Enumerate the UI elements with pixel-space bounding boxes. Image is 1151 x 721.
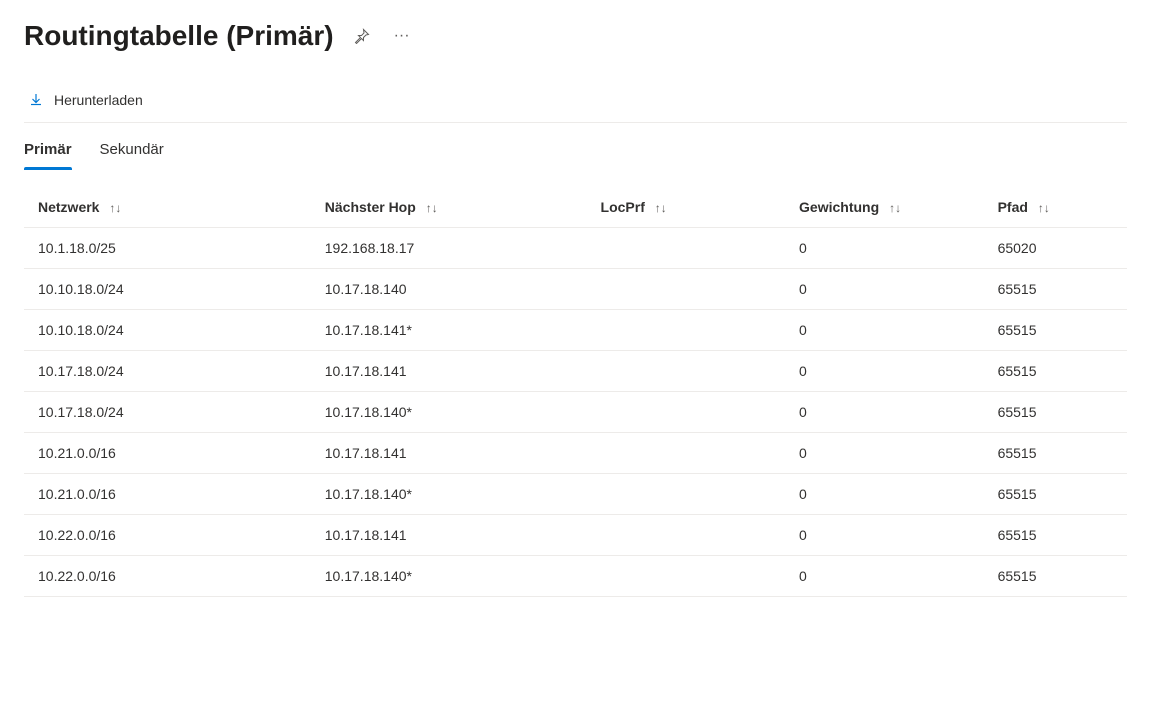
col-header-network[interactable]: Netzwerk ↑↓	[24, 189, 311, 228]
col-header-path-label: Pfad	[998, 199, 1028, 215]
cell-path: 65515	[984, 433, 1127, 474]
cell-network: 10.1.18.0/25	[24, 228, 311, 269]
cell-path: 65020	[984, 228, 1127, 269]
cell-network: 10.22.0.0/16	[24, 515, 311, 556]
cell-loc-prf	[587, 474, 786, 515]
cell-next-hop: 10.17.18.140*	[311, 556, 587, 597]
cell-loc-prf	[587, 269, 786, 310]
col-header-loc-prf-label: LocPrf	[601, 199, 645, 215]
cell-path: 65515	[984, 269, 1127, 310]
download-label: Herunterladen	[54, 92, 143, 108]
cell-weight: 0	[785, 351, 984, 392]
table-row[interactable]: 10.17.18.0/2410.17.18.141 065515	[24, 351, 1127, 392]
tab-primary[interactable]: Primär	[24, 133, 72, 170]
cell-next-hop: 10.17.18.141*	[311, 310, 587, 351]
cell-path: 65515	[984, 556, 1127, 597]
download-button[interactable]: Herunterladen	[24, 88, 151, 112]
cell-weight: 0	[785, 515, 984, 556]
pin-icon[interactable]	[350, 24, 374, 48]
cell-path: 65515	[984, 351, 1127, 392]
cell-weight: 0	[785, 228, 984, 269]
cell-loc-prf	[587, 515, 786, 556]
cell-path: 65515	[984, 515, 1127, 556]
cell-next-hop: 10.17.18.141	[311, 433, 587, 474]
table-row[interactable]: 10.10.18.0/2410.17.18.140 065515	[24, 269, 1127, 310]
table-row[interactable]: 10.22.0.0/1610.17.18.141 065515	[24, 515, 1127, 556]
table-row[interactable]: 10.21.0.0/1610.17.18.140* 065515	[24, 474, 1127, 515]
table-row[interactable]: 10.17.18.0/2410.17.18.140* 065515	[24, 392, 1127, 433]
cell-network: 10.21.0.0/16	[24, 474, 311, 515]
page-title: Routingtabelle (Primär)	[24, 20, 334, 52]
sort-icon: ↑↓	[889, 201, 901, 215]
col-header-next-hop[interactable]: Nächster Hop ↑↓	[311, 189, 587, 228]
cell-loc-prf	[587, 433, 786, 474]
col-header-loc-prf[interactable]: LocPrf ↑↓	[587, 189, 786, 228]
cell-next-hop: 10.17.18.141	[311, 351, 587, 392]
table-row[interactable]: 10.22.0.0/1610.17.18.140* 065515	[24, 556, 1127, 597]
cell-next-hop: 10.17.18.140*	[311, 474, 587, 515]
cell-loc-prf	[587, 310, 786, 351]
cell-loc-prf	[587, 228, 786, 269]
cell-loc-prf	[587, 556, 786, 597]
download-icon	[28, 92, 44, 108]
cell-network: 10.10.18.0/24	[24, 310, 311, 351]
cell-next-hop: 192.168.18.17	[311, 228, 587, 269]
cell-weight: 0	[785, 392, 984, 433]
col-header-weight[interactable]: Gewichtung ↑↓	[785, 189, 984, 228]
table-row[interactable]: 10.10.18.0/2410.17.18.141* 065515	[24, 310, 1127, 351]
cell-network: 10.17.18.0/24	[24, 392, 311, 433]
cell-weight: 0	[785, 310, 984, 351]
cell-weight: 0	[785, 474, 984, 515]
table-row[interactable]: 10.1.18.0/25192.168.18.17 065020	[24, 228, 1127, 269]
cell-network: 10.17.18.0/24	[24, 351, 311, 392]
cell-network: 10.21.0.0/16	[24, 433, 311, 474]
cell-next-hop: 10.17.18.140	[311, 269, 587, 310]
cell-loc-prf	[587, 351, 786, 392]
cell-path: 65515	[984, 310, 1127, 351]
col-header-next-hop-label: Nächster Hop	[325, 199, 416, 215]
sort-icon: ↑↓	[1038, 201, 1050, 215]
cell-next-hop: 10.17.18.141	[311, 515, 587, 556]
cell-next-hop: 10.17.18.140*	[311, 392, 587, 433]
cell-path: 65515	[984, 392, 1127, 433]
cell-loc-prf	[587, 392, 786, 433]
col-header-path[interactable]: Pfad ↑↓	[984, 189, 1127, 228]
more-icon[interactable]: ···	[390, 24, 414, 48]
col-header-weight-label: Gewichtung	[799, 199, 879, 215]
tab-secondary[interactable]: Sekundär	[100, 133, 164, 170]
cell-weight: 0	[785, 556, 984, 597]
cell-weight: 0	[785, 433, 984, 474]
sort-icon: ↑↓	[109, 201, 121, 215]
routes-table: Netzwerk ↑↓ Nächster Hop ↑↓ LocPrf ↑↓ Ge…	[24, 189, 1127, 597]
table-row[interactable]: 10.21.0.0/1610.17.18.141 065515	[24, 433, 1127, 474]
sort-icon: ↑↓	[426, 201, 438, 215]
sort-icon: ↑↓	[655, 201, 667, 215]
cell-network: 10.22.0.0/16	[24, 556, 311, 597]
col-header-network-label: Netzwerk	[38, 199, 99, 215]
cell-path: 65515	[984, 474, 1127, 515]
cell-network: 10.10.18.0/24	[24, 269, 311, 310]
cell-weight: 0	[785, 269, 984, 310]
